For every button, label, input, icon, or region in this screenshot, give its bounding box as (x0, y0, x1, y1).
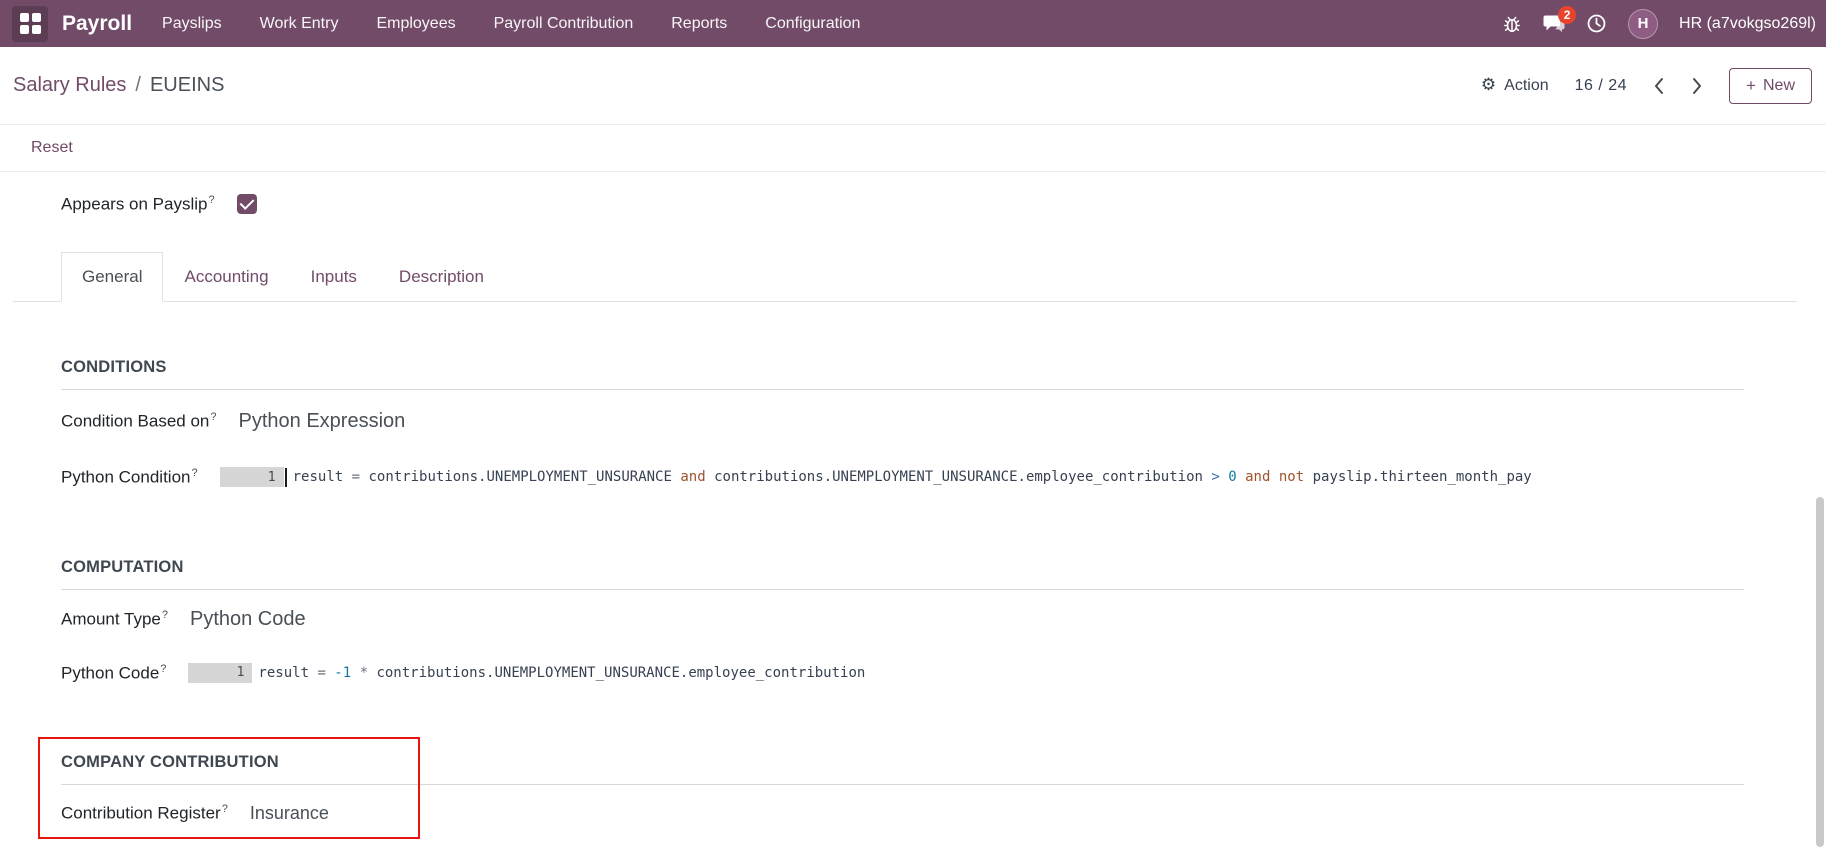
form-body: CONDITIONS Condition Based on? Python Ex… (0, 358, 1826, 840)
new-button[interactable]: + New (1729, 67, 1812, 104)
contribution-register-label: Contribution Register? (61, 803, 228, 824)
reset-button[interactable]: Reset (31, 139, 73, 157)
python-code-code: result = -1 * contributions.UNEMPLOYMENT… (258, 664, 866, 681)
apps-menu-button[interactable] (12, 5, 48, 42)
contribution-register-value[interactable]: Insurance (250, 803, 329, 824)
apps-grid-icon (19, 13, 41, 34)
python-condition-label: Python Condition? (61, 467, 198, 487)
pager-next-button[interactable] (1692, 77, 1703, 95)
python-code-row: Python Code? 1 result = -1 * contributio… (61, 663, 1744, 684)
python-condition-row: Python Condition? 1 result = contributio… (61, 467, 1744, 488)
activities-clock-icon[interactable] (1586, 13, 1607, 34)
nav-item-payroll-contribution[interactable]: Payroll Contribution (494, 15, 634, 33)
amount-type-value[interactable]: Python Code (190, 608, 306, 631)
conditions-title: CONDITIONS (61, 358, 1744, 390)
plus-icon: + (1746, 76, 1756, 95)
condition-based-on-value[interactable]: Python Expression (239, 410, 406, 433)
breadcrumb-separator: / (135, 74, 141, 96)
bug-icon[interactable] (1502, 14, 1522, 34)
tab-inputs[interactable]: Inputs (290, 252, 378, 302)
appears-on-payslip-checkbox[interactable] (236, 194, 257, 214)
appears-on-payslip-label: Appears on Payslip? (61, 193, 215, 214)
user-name[interactable]: HR (a7vokgso269l) (1679, 15, 1816, 33)
appears-on-payslip-row: Appears on Payslip? (0, 188, 1826, 220)
computation-section: COMPUTATION Amount Type? Python Code Pyt… (61, 558, 1744, 684)
breadcrumb-current: EUEINS (149, 74, 225, 96)
navbar-right: 2 H HR (a7vokgso269l) (1502, 5, 1816, 39)
breadcrumb-parent[interactable]: Salary Rules (13, 74, 126, 97)
help-marker: ? (161, 608, 168, 621)
new-button-label: New (1762, 76, 1795, 94)
help-marker: ? (221, 803, 228, 816)
condition-based-on-label: Condition Based on? (61, 411, 217, 431)
control-panel-right: ⚙ Action 16 / 24 + New (1481, 67, 1812, 104)
nav-item-work-entry[interactable]: Work Entry (260, 15, 339, 33)
tab-general[interactable]: General (61, 252, 164, 302)
python-code-label: Python Code? (61, 662, 167, 683)
messages-icon[interactable]: 2 (1543, 5, 1577, 34)
action-label: Action (1504, 76, 1549, 94)
notebook-tab-bar: General Accounting Inputs Description (13, 252, 1797, 302)
pager-previous-button[interactable] (1653, 77, 1664, 95)
company-contribution-title: COMPANY CONTRIBUTION (61, 753, 1744, 786)
pager-nav (1653, 77, 1703, 95)
action-button[interactable]: ⚙ Action (1481, 77, 1549, 95)
condition-based-on-row: Condition Based on? Python Expression (61, 410, 1744, 433)
form-sheet: Appears on Payslip? General Accounting I… (0, 172, 1826, 840)
nav-menu: Payslips Work Entry Employees Payroll Co… (162, 15, 860, 33)
line-number: 1 (219, 467, 284, 488)
page: Payroll Payslips Work Entry Employees Pa… (0, 0, 1826, 851)
nav-item-employees[interactable]: Employees (376, 15, 455, 33)
user-avatar[interactable]: H (1628, 8, 1659, 39)
help-marker: ? (160, 662, 167, 675)
computation-title: COMPUTATION (61, 558, 1744, 590)
gear-icon: ⚙ (1480, 75, 1497, 95)
form-status-bar: Reset (0, 125, 1826, 172)
nav-item-payslips[interactable]: Payslips (162, 15, 222, 33)
help-marker: ? (208, 193, 215, 206)
text-caret (284, 467, 287, 487)
python-condition-editor[interactable]: 1 result = contributions.UNEMPLOYMENT_UN… (219, 467, 1532, 488)
nav-item-configuration[interactable]: Configuration (765, 15, 860, 33)
amount-type-row: Amount Type? Python Code (61, 608, 1744, 631)
vertical-scrollbar-thumb[interactable] (1816, 497, 1824, 847)
amount-type-label: Amount Type? (61, 608, 168, 629)
conditions-section: CONDITIONS Condition Based on? Python Ex… (61, 358, 1744, 488)
tab-description[interactable]: Description (378, 252, 505, 302)
contribution-register-row: Contribution Register? Insurance (61, 803, 1744, 824)
messages-badge: 2 (1558, 5, 1577, 24)
top-navbar: Payroll Payslips Work Entry Employees Pa… (0, 0, 1826, 47)
pager-counter[interactable]: 16 / 24 (1575, 77, 1627, 95)
app-name[interactable]: Payroll (62, 12, 132, 36)
tab-accounting[interactable]: Accounting (163, 252, 289, 302)
help-marker: ? (191, 467, 198, 479)
nav-item-reports[interactable]: Reports (671, 15, 727, 33)
company-contribution-section: COMPANY CONTRIBUTION Contribution Regist… (38, 737, 1744, 840)
control-panel: Salary Rules / EUEINS ⚙ Action 16 / 24 +… (0, 47, 1826, 125)
python-code-editor[interactable]: 1 result = -1 * contributions.UNEMPLOYME… (188, 662, 866, 683)
help-marker: ? (210, 411, 217, 424)
line-number: 1 (188, 662, 253, 683)
python-condition-code: result = contributions.UNEMPLOYMENT_UNSU… (292, 469, 1532, 486)
breadcrumb: Salary Rules / EUEINS (13, 74, 224, 97)
